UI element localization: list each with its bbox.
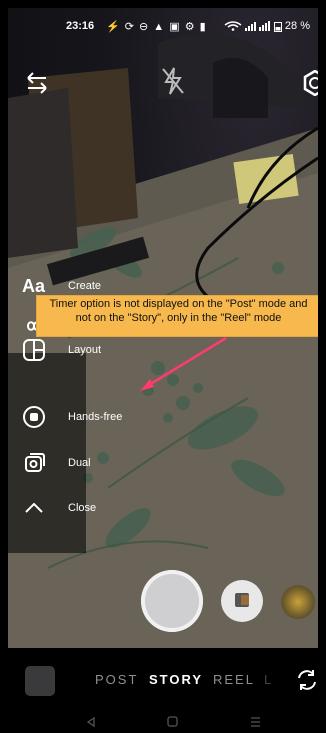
flash-off-icon[interactable] <box>160 66 186 101</box>
record-circle-icon <box>22 405 48 431</box>
mode-reel[interactable]: REEL <box>213 672 255 687</box>
annotation-text: Timer option is not displayed on the "Po… <box>49 298 308 324</box>
flip-arrows-icon[interactable] <box>24 72 50 99</box>
status-time: 23:16 <box>66 20 95 32</box>
phone-screen: 23:16 ⚡ ⟳ ⊖ ▲ ▣ ⚙ ▮ 28 % Aa Create Layou… <box>8 8 318 733</box>
status-bar: 23:16 ⚡ ⟳ ⊖ ▲ ▣ ⚙ ▮ 28 % <box>8 8 318 42</box>
back-icon <box>86 716 95 728</box>
layout-grid-icon <box>22 338 48 364</box>
side-item-dual-label: Dual <box>68 457 91 469</box>
battery-percent: 28 % <box>284 20 310 32</box>
mode-post[interactable]: POST <box>95 672 138 687</box>
bottom-bar: POST STORY REEL L <box>8 648 318 718</box>
dual-camera-icon <box>22 451 48 477</box>
status-icons: ⚡ ⟳ ⊖ ▲ ▣ ⚙ ▮ <box>106 21 207 33</box>
mode-live[interactable]: L <box>264 672 273 687</box>
side-item-close-label: Close <box>68 502 97 514</box>
recents-icon <box>251 717 260 727</box>
side-item-close[interactable]: Close <box>8 498 208 528</box>
side-item-layout-label: Layout <box>68 344 102 356</box>
annotation-note: Timer option is not displayed on the "Po… <box>36 295 318 337</box>
shutter-button[interactable] <box>141 570 203 632</box>
mode-story[interactable]: STORY <box>149 672 203 687</box>
filter-thumbnail-button[interactable] <box>281 585 315 619</box>
effects-button[interactable] <box>221 580 263 622</box>
side-item-hands-free-label: Hands-free <box>68 411 123 423</box>
side-item-dual[interactable]: Dual <box>8 451 208 481</box>
home-icon <box>167 716 178 727</box>
gallery-thumbnail[interactable] <box>25 666 55 696</box>
camera-preview: 23:16 ⚡ ⟳ ⊖ ▲ ▣ ⚙ ▮ 28 % Aa Create Layou… <box>8 8 318 648</box>
settings-gear-icon[interactable] <box>302 69 318 101</box>
status-signal-battery: 28 % <box>224 20 310 32</box>
side-item-hands-free[interactable]: Hands-free <box>8 405 208 435</box>
switch-camera-icon[interactable] <box>296 668 318 697</box>
side-item-create-label: Create <box>68 280 102 292</box>
signal-icon <box>244 21 270 32</box>
wifi-icon <box>224 21 242 31</box>
chevron-up-icon <box>22 498 48 524</box>
system-nav-bar <box>8 712 318 733</box>
battery-icon <box>273 21 282 32</box>
side-item-layout[interactable]: Layout <box>8 338 208 368</box>
sticker-icon <box>235 593 249 607</box>
